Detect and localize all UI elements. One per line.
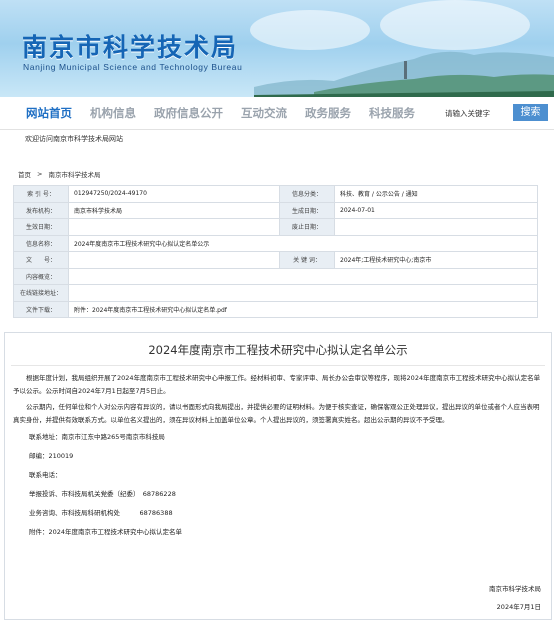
category-label: 信息分类： — [279, 185, 335, 203]
index-no-value: 012947250/2024-49170 — [68, 185, 280, 203]
nav-home[interactable]: 网站首页 — [26, 105, 72, 121]
title-divider — [11, 365, 545, 366]
doc-no-label: 文 号： — [13, 251, 69, 269]
article-content: 2024年度南京市工程技术研究中心拟认定名单公示 根据年度计划，我局组织开展了2… — [4, 332, 552, 620]
abolish-date-label: 废止日期： — [279, 218, 335, 236]
site-subtitle: Nanjing Municipal Science and Technology… — [23, 62, 243, 72]
keywords-value: 2024年;工程技术研究中心;南京市 — [334, 251, 538, 269]
issuer-value: 南京市科学技术局 — [68, 201, 280, 219]
breadcrumb-current[interactable]: 南京市科学技术局 — [48, 169, 100, 179]
landscape-image — [254, 51, 554, 97]
effective-date-label: 生效日期： — [13, 218, 69, 236]
report-phone: 举报投诉、市科技局机关党委（纪委） 68786228 — [29, 490, 176, 498]
welcome-text: 欢迎访问南京市科学技术局网站 — [25, 135, 123, 143]
download-link[interactable]: 附件：2024年度南京市工程技术研究中心拟认定名单.pdf — [68, 300, 538, 318]
keywords-label: 关 键 词： — [279, 251, 335, 269]
attachment-line: 附件：2024年度南京市工程技术研究中心拟认定名单 — [29, 528, 183, 536]
download-label: 文件下载： — [13, 300, 69, 318]
nav-gov-info[interactable]: 政府信息公开 — [154, 105, 223, 121]
breadcrumb-separator: > — [37, 170, 43, 178]
signature-date: 2024年7月1日 — [496, 603, 541, 611]
business-phone: 业务咨询、市科技局科研机构处 68786388 — [29, 509, 173, 517]
breadcrumb-home[interactable]: 首页 — [18, 169, 31, 179]
site-title: 南京市科学技术局 — [22, 33, 239, 62]
nav-gov-service[interactable]: 政务服务 — [305, 105, 351, 121]
article-paragraph-1: 根据年度计划，我局组织开展了2024年度南京市工程技术研究中心申报工作。经材料初… — [13, 374, 541, 395]
gen-date-value: 2024-07-01 — [334, 201, 538, 219]
search-button[interactable]: 搜索 — [513, 104, 548, 121]
summary-label: 内容概览： — [13, 267, 69, 285]
issuer-label: 发布机构： — [13, 201, 69, 219]
info-name-label: 信息名称： — [13, 234, 69, 252]
signature-org: 南京市科学技术局 — [489, 585, 541, 593]
info-table: 索 引 号： 012947250/2024-49170 信息分类： 科技、教育 … — [13, 185, 538, 318]
index-no-label: 索 引 号： — [13, 185, 69, 203]
online-link-value[interactable] — [68, 284, 538, 302]
nav-interaction[interactable]: 互动交流 — [241, 105, 287, 121]
search-input[interactable]: 请输入关键字 — [445, 108, 490, 119]
contact-postcode: 邮编：210019 — [29, 452, 74, 460]
online-link-label: 在线链接地址： — [13, 284, 69, 302]
header-banner: 南京市科学技术局 Nanjing Municipal Science and T… — [0, 0, 554, 97]
nav-tech-service[interactable]: 科技服务 — [369, 105, 415, 121]
contact-address: 联系地址：南京市江东中路265号南京市科技局 — [29, 433, 165, 441]
article-title: 2024年度南京市工程技术研究中心拟认定名单公示 — [148, 343, 408, 357]
contact-phone-label: 联系电话： — [29, 471, 62, 479]
abolish-date-value — [334, 218, 538, 236]
doc-no-value — [68, 251, 280, 269]
nav-org-info[interactable]: 机构信息 — [90, 105, 136, 121]
info-name-value: 2024年度南京市工程技术研究中心拟认定名单公示 — [68, 234, 538, 252]
main-nav: 网站首页 机构信息 政府信息公开 互动交流 政务服务 科技服务 请输入关键字 搜… — [0, 97, 554, 130]
effective-date-value — [68, 218, 280, 236]
article-paragraph-2: 公示期内，任何单位和个人对公示内容有异议的，请以书面形式向我局提出，并提供必要的… — [13, 403, 540, 424]
category-value: 科技、教育 / 公示公告 / 通知 — [334, 185, 538, 203]
gen-date-label: 生成日期： — [279, 201, 335, 219]
summary-value — [68, 267, 538, 285]
